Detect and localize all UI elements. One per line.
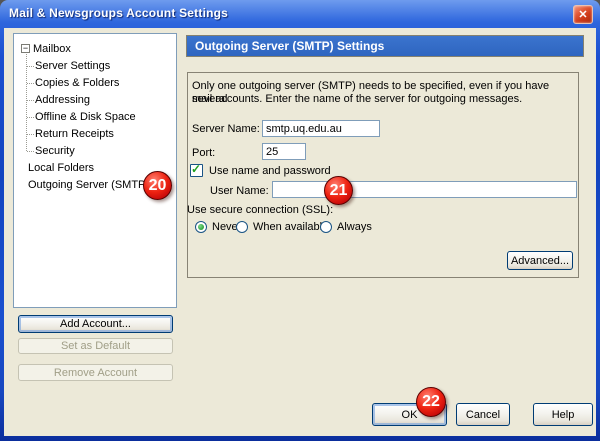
sidebar-item-label: Local Folders [28, 160, 94, 176]
sidebar-item-return-receipts[interactable]: Return Receipts [14, 126, 174, 142]
tree-stub [27, 83, 34, 84]
annotation-badge-22: 22 [416, 387, 446, 417]
use-name-password-checkbox[interactable]: ✓ [190, 164, 203, 177]
ssl-option-never[interactable]: Never [195, 220, 241, 234]
use-name-password-label: Use name and password [209, 165, 331, 177]
ssl-option-always[interactable]: Always [320, 220, 372, 234]
radio-label: Always [337, 221, 372, 233]
sidebar-item-offline-disk-space[interactable]: Offline & Disk Space [14, 109, 174, 125]
help-button[interactable]: Help [533, 403, 593, 426]
server-name-input[interactable] [262, 120, 380, 137]
ssl-option-when-available[interactable]: When available [236, 220, 328, 234]
close-icon: ✕ [578, 8, 587, 21]
sidebar-item-label: Offline & Disk Space [35, 109, 136, 125]
radio-icon [236, 221, 248, 233]
ssl-label: Use secure connection (SSL): [187, 204, 333, 216]
sidebar-item-mailbox[interactable]: − Mailbox [14, 41, 174, 57]
sidebar-item-security[interactable]: Security [14, 143, 174, 159]
sidebar-item-copies-folders[interactable]: Copies & Folders [14, 75, 174, 91]
radio-icon [195, 221, 207, 233]
sidebar-item-label: Outgoing Server (SMTP) [28, 177, 149, 193]
panel-title: Outgoing Server (SMTP) Settings [186, 35, 584, 57]
user-name-label: User Name: [210, 185, 269, 197]
tree-collapse-icon[interactable]: − [21, 44, 30, 53]
add-account-button[interactable]: Add Account... [18, 315, 173, 333]
user-name-input[interactable] [272, 181, 577, 198]
sidebar-item-label: Security [35, 143, 75, 159]
account-settings-dialog: Mail & Newsgroups Account Settings ✕ − M… [0, 0, 600, 441]
port-input[interactable] [262, 143, 306, 160]
set-as-default-button[interactable]: Set as Default [18, 338, 173, 354]
dialog-body: − Mailbox Server Settings Copies & Folde… [4, 28, 596, 436]
description-line-2: mail accounts. Enter the name of the ser… [192, 93, 572, 106]
server-name-label: Server Name: [192, 123, 260, 135]
tree-stub [27, 117, 34, 118]
account-tree: − Mailbox Server Settings Copies & Folde… [13, 33, 177, 308]
checkmark-icon: ✓ [191, 162, 201, 176]
remove-account-button[interactable]: Remove Account [18, 364, 173, 381]
port-label: Port: [192, 147, 215, 159]
tree-stub [27, 151, 34, 152]
tree-stub [27, 100, 34, 101]
cancel-button[interactable]: Cancel [456, 403, 510, 426]
sidebar-item-label: Copies & Folders [35, 75, 119, 91]
close-button[interactable]: ✕ [573, 5, 593, 24]
sidebar-item-server-settings[interactable]: Server Settings [14, 58, 174, 74]
annotation-badge-20: 20 [143, 171, 172, 200]
sidebar-item-label: Return Receipts [35, 126, 114, 142]
sidebar-item-label: Mailbox [33, 41, 71, 57]
annotation-badge-21: 21 [324, 176, 353, 205]
radio-label: When available [253, 221, 328, 233]
radio-icon [320, 221, 332, 233]
window-title: Mail & Newsgroups Account Settings [9, 6, 228, 20]
sidebar-item-addressing[interactable]: Addressing [14, 92, 174, 108]
sidebar-item-label: Addressing [35, 92, 90, 108]
tree-stub [27, 134, 34, 135]
advanced-button[interactable]: Advanced... [507, 251, 573, 270]
sidebar-item-label: Server Settings [35, 58, 110, 74]
tree-stub [27, 66, 34, 67]
